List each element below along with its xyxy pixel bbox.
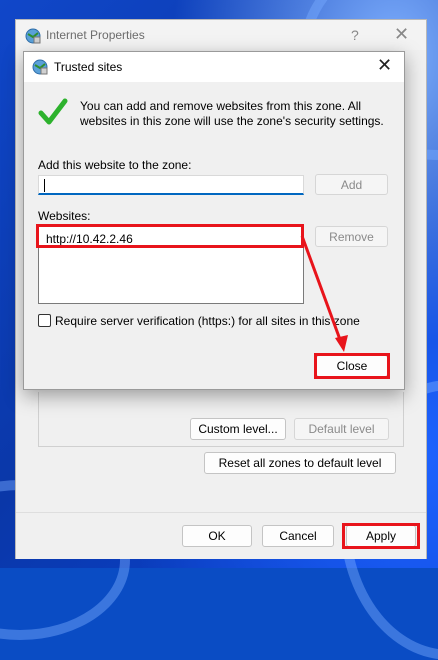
text-caret	[44, 179, 45, 193]
parent-close-button[interactable]: ✕	[394, 24, 409, 45]
dialog-title: Trusted sites	[54, 60, 123, 74]
close-highlight-box	[314, 353, 390, 379]
dialog-title-bar: Trusted sites ✕	[24, 52, 404, 82]
require-https-checkbox[interactable]	[38, 314, 51, 327]
ok-button[interactable]: OK	[182, 525, 252, 547]
website-highlight-box	[36, 224, 304, 248]
parent-window-title: Internet Properties	[46, 28, 145, 42]
custom-level-button[interactable]: Custom level...	[190, 418, 286, 440]
cancel-button[interactable]: Cancel	[262, 525, 334, 547]
green-checkmark-icon	[38, 98, 68, 125]
add-site-input[interactable]	[38, 175, 304, 195]
reset-all-zones-button[interactable]: Reset all zones to default level	[204, 452, 396, 474]
require-https-label[interactable]: Require server verification (https:) for…	[55, 314, 360, 328]
add-site-label: Add this website to the zone:	[38, 158, 192, 172]
info-text: You can add and remove websites from thi…	[80, 99, 384, 128]
help-button[interactable]: ?	[351, 27, 359, 43]
internet-options-icon	[32, 59, 48, 75]
parent-title-bar: Internet Properties ? ✕	[16, 20, 426, 50]
trusted-sites-dialog: Trusted sites ✕ You can add and remove w…	[23, 51, 405, 390]
websites-label: Websites:	[38, 209, 91, 223]
add-button[interactable]: Add	[315, 174, 388, 195]
remove-button[interactable]: Remove	[315, 226, 388, 247]
default-level-button[interactable]: Default level	[294, 418, 389, 440]
apply-highlight-box	[342, 523, 420, 549]
dialog-close-icon[interactable]: ✕	[377, 55, 392, 76]
internet-options-icon	[25, 28, 41, 44]
